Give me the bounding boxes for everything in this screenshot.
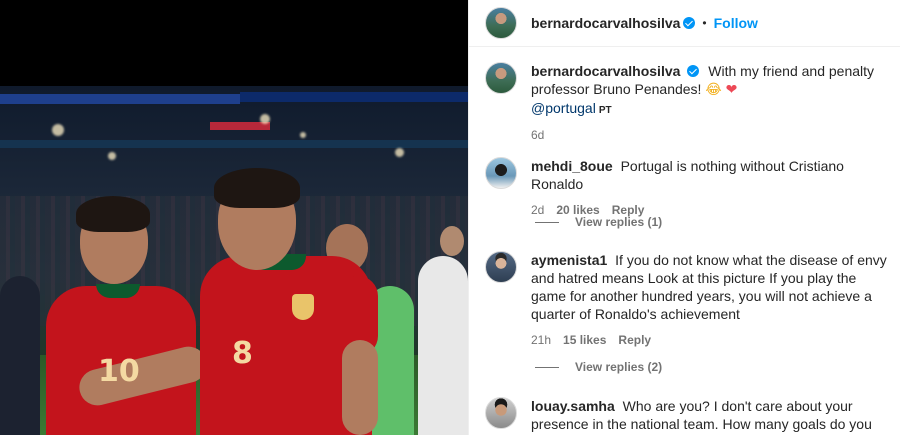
view-replies-label: View replies (2) (575, 360, 663, 374)
view-replies-label: View replies (1) (575, 215, 663, 229)
commenter-avatar[interactable] (485, 157, 517, 189)
caption: bernardocarvalhosilva With my friend and… (485, 62, 900, 144)
portugal-crest-icon (292, 294, 314, 320)
author-username[interactable]: bernardocarvalhosilva (531, 15, 680, 31)
comment-username[interactable]: mehdi_8oue (531, 158, 613, 174)
post-photo[interactable]: 10 8 (0, 86, 468, 435)
comment-item: aymenista1 If you do not know what the d… (485, 251, 900, 349)
commenter-avatar[interactable] (485, 251, 517, 283)
comment-item: mehdi_8oue Portugal is nothing without C… (485, 157, 900, 219)
commenter-avatar[interactable] (485, 397, 517, 429)
separator-dot: • (702, 16, 707, 30)
comments-panel: bernardocarvalhosilva • Follow bernardoc… (468, 0, 900, 435)
view-replies-button[interactable]: View replies (2) (535, 360, 662, 374)
comment-timestamp[interactable]: 21h (531, 331, 551, 349)
caption-username[interactable]: bernardocarvalhosilva (531, 63, 680, 79)
comment-username[interactable]: aymenista1 (531, 252, 607, 268)
player-right: 8 (0, 86, 468, 435)
replies-divider-line (535, 366, 559, 368)
verified-badge-icon (683, 17, 696, 29)
comment-item: louay.samha Who are you? I don't care ab… (485, 397, 900, 435)
author-avatar[interactable] (485, 7, 517, 39)
laughing-emoji-icon: 😂 (705, 82, 722, 98)
player-right-number: 8 (232, 336, 253, 371)
verified-badge-icon (687, 65, 700, 77)
comment-likes[interactable]: 15 likes (563, 331, 606, 349)
replies-divider-line (535, 221, 559, 223)
follow-button[interactable]: Follow (714, 15, 758, 31)
post-media-panel: 10 8 (0, 0, 468, 435)
view-replies-button[interactable]: View replies (1) (535, 215, 662, 229)
caption-author-avatar[interactable] (485, 62, 517, 94)
country-tag: PT (598, 105, 612, 116)
reply-button[interactable]: Reply (618, 331, 651, 349)
comment-username[interactable]: louay.samha (531, 398, 615, 414)
red-heart-emoji-icon: ❤ (725, 82, 738, 98)
post-header: bernardocarvalhosilva • Follow (469, 0, 900, 47)
caption-timestamp[interactable]: 6d (531, 126, 544, 144)
mention-link[interactable]: @portugal (531, 100, 596, 116)
